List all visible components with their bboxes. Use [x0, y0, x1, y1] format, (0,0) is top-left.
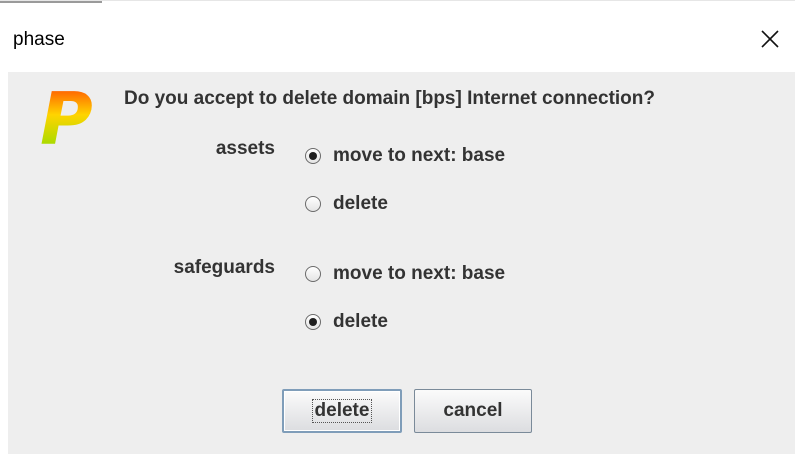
- radio-selected-dot: [309, 318, 317, 326]
- title-bar[interactable]: phase: [0, 0, 795, 72]
- close-icon: [761, 30, 779, 48]
- delete-button-label: delete: [311, 399, 373, 423]
- safeguards-delete-radio[interactable]: [305, 314, 321, 330]
- window-title: phase: [13, 29, 65, 50]
- safeguards-option-move[interactable]: move to next: base: [305, 263, 505, 285]
- safeguards-label: safeguards: [173, 257, 275, 278]
- assets-delete-radio[interactable]: [305, 196, 321, 212]
- safeguards-move-radio[interactable]: [305, 266, 321, 282]
- assets-option-delete[interactable]: delete: [305, 193, 388, 215]
- safeguards-delete-label: delete: [333, 311, 388, 332]
- dialog-content: P Do you accept to delete domain [bps] I…: [8, 72, 795, 454]
- safeguards-option-delete[interactable]: delete: [305, 311, 388, 333]
- cancel-button-label: cancel: [443, 400, 503, 421]
- delete-button[interactable]: delete: [282, 389, 402, 433]
- assets-delete-label: delete: [333, 193, 388, 214]
- phase-logo-icon: P: [40, 82, 93, 152]
- assets-move-label: move to next: base: [333, 145, 506, 166]
- logo-letter: P: [40, 82, 93, 152]
- title-bar-accent: [0, 1, 102, 3]
- close-button[interactable]: [748, 19, 792, 59]
- confirmation-question: Do you accept to delete domain [bps] Int…: [124, 88, 655, 109]
- cancel-button[interactable]: cancel: [414, 389, 532, 433]
- radio-selected-dot: [309, 152, 317, 160]
- dialog-window: phase P Do you accept to delete domain […: [0, 0, 795, 454]
- safeguards-move-label: move to next: base: [333, 263, 506, 284]
- assets-label: assets: [215, 138, 275, 159]
- assets-option-move[interactable]: move to next: base: [305, 145, 505, 167]
- assets-move-radio[interactable]: [305, 148, 321, 164]
